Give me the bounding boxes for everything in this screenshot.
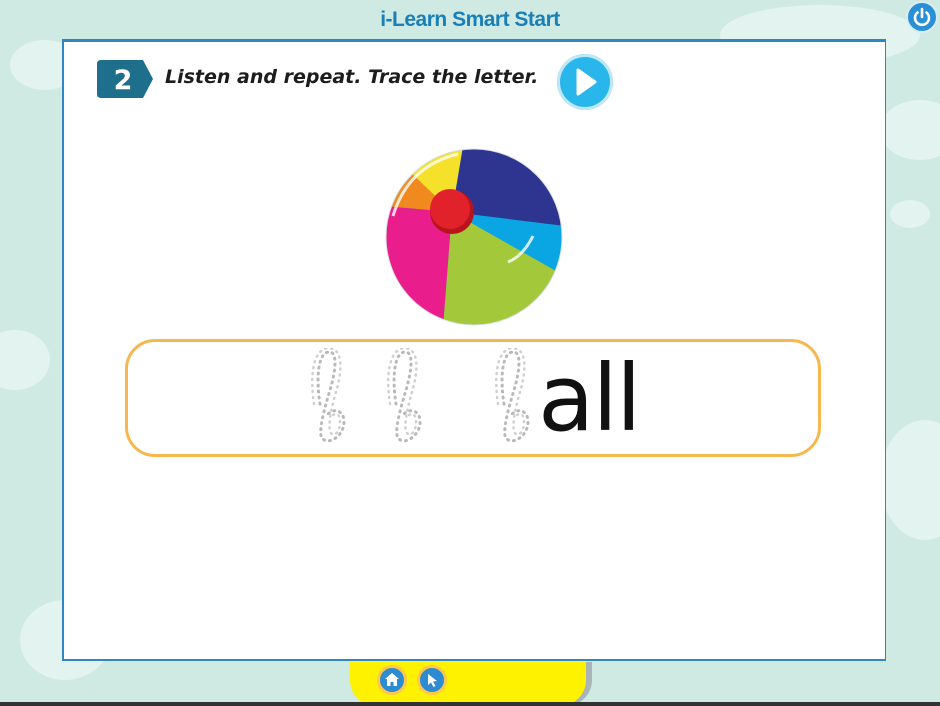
taskbar-strip bbox=[0, 702, 940, 706]
trace-letter[interactable] bbox=[306, 348, 358, 444]
home-icon bbox=[385, 673, 399, 686]
exercise-number: 2 bbox=[114, 65, 133, 96]
power-button[interactable] bbox=[906, 1, 938, 33]
background-cloud bbox=[0, 330, 50, 390]
beach-ball-image bbox=[385, 148, 563, 326]
word-remainder: all bbox=[538, 345, 641, 452]
home-button[interactable] bbox=[377, 665, 407, 695]
back-button[interactable] bbox=[417, 665, 447, 695]
play-audio-button[interactable] bbox=[557, 54, 613, 110]
background-cloud bbox=[880, 420, 940, 540]
trace-box bbox=[125, 339, 821, 457]
instruction-text: Listen and repeat. Trace the letter. bbox=[165, 66, 539, 88]
app-title: i-Learn Smart Start bbox=[380, 8, 560, 31]
background-cloud bbox=[890, 200, 930, 228]
trace-letter[interactable] bbox=[382, 348, 434, 444]
exercise-number-badge: 2 bbox=[97, 58, 155, 104]
background-cloud bbox=[880, 100, 940, 160]
play-icon bbox=[576, 68, 597, 96]
trace-letter-word-start[interactable] bbox=[490, 348, 542, 444]
power-icon bbox=[913, 7, 931, 27]
back-icon bbox=[428, 674, 437, 687]
